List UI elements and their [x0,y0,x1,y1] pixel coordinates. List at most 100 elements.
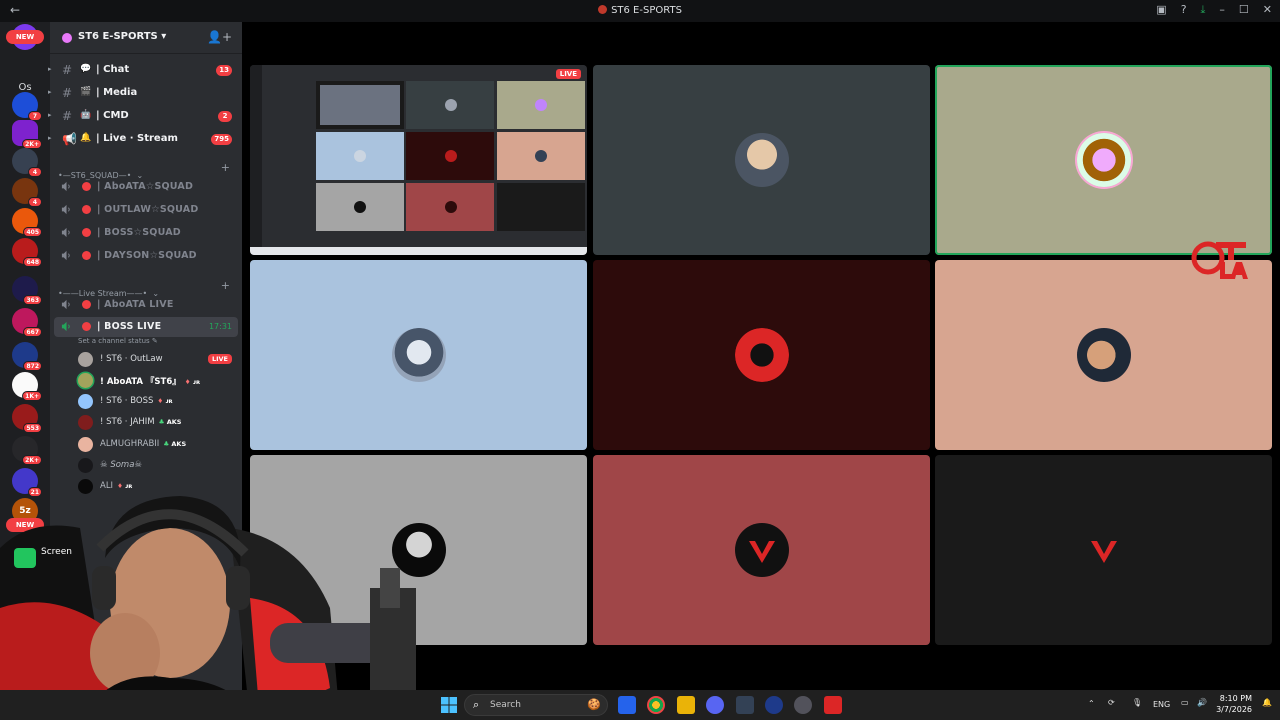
channel-live-stream[interactable]: ▸ 📢 🔔 | Live · Stream 795 [48,129,242,149]
volume-icon[interactable]: 🔊 [1197,698,1207,720]
new-badge: NEW [6,30,44,44]
taskbar-clock[interactable]: 8:10 PM 3/7/2026 [1216,693,1252,715]
app-icon[interactable] [824,696,842,714]
category-squad[interactable]: •—ST6_SQUAD—• ⌄ + [58,161,238,180]
unread-indicator: ▸ [48,65,52,73]
channel-status[interactable]: Set a channel status ✎ [78,337,158,345]
taskbar: ⌕ Search 🍪 ⌃ ⟳ 🎙 ENG ▭ 🔊 8:10 PM 3/7/202… [0,690,1280,720]
participant-tile[interactable] [593,260,930,450]
title-bar-actions: ▣ ? ⤓ – ☐ ✕ [1156,3,1272,17]
avatar [78,437,93,452]
bell-icon: 🔔 [80,133,92,143]
windows-start-icon[interactable] [440,696,458,714]
notification-icon[interactable]: 🔔 [1262,698,1272,720]
voice-channel-outlaw-squad[interactable]: | OUTLAW☆SQUAD [50,200,242,220]
chrome-icon[interactable] [647,696,665,714]
screen-share-tile[interactable]: LIVE [250,65,587,255]
voice-member[interactable]: ! ST6 · JAHIM ♣ AKS [78,413,242,433]
red-circle-icon [82,205,91,214]
server-icon[interactable]: 648 [12,238,42,267]
avatar [78,458,93,473]
server-icon[interactable]: 4 [12,148,42,177]
participant-tile[interactable] [593,65,930,255]
clapper-board-icon: 🎬 [80,87,92,97]
screen: ← ST6 E-SPORTS ▣ ? ⤓ – ☐ ✕ NEW Os 7 2K+ … [0,0,1280,720]
close-icon[interactable]: ✕ [1263,3,1272,17]
server-icon[interactable]: 2K+ [12,120,42,149]
language-indicator[interactable]: ENG [1153,700,1170,720]
server-icon[interactable]: 363 [12,276,42,305]
voice-member[interactable]: ! ST6 · OutLaw LIVE [78,350,242,370]
channel-media[interactable]: ▸ # 🎬 | Media [48,83,242,103]
avatar [734,328,789,382]
minimize-icon[interactable]: – [1219,3,1225,17]
participant-tile[interactable] [935,65,1272,255]
server-icon[interactable]: 4 [12,178,42,207]
microphone-icon[interactable]: 🎙 [1132,698,1142,720]
red-circle-icon [82,300,91,309]
voice-member[interactable]: ALMUGHRABII ♣ AKS [78,435,242,455]
add-channel-icon[interactable]: + [221,161,230,174]
inbox-icon[interactable]: ▣ [1156,3,1166,17]
speaker-icon [61,181,70,192]
mention-count: 795 [211,134,232,145]
add-channel-icon[interactable]: + [221,279,230,292]
red-circle-icon [82,228,91,237]
voice-channel-boss-squad[interactable]: | BOSS☆SQUAD [50,223,242,243]
voice-channel-aboata-squad[interactable]: | AboATA☆SQUAD [50,177,242,197]
mention-badge: 4 [28,167,42,177]
network-icon[interactable]: ▭ [1181,698,1189,720]
category-live-stream[interactable]: •——Live Stream——• ⌄ + [58,279,238,298]
role-tag: ♣ AKS [163,440,187,448]
announcement-icon: 📢 [62,132,77,146]
voice-member[interactable]: ! ST6 · BOSS ♦ ᴊʀ [78,392,242,412]
help-icon[interactable]: ? [1181,3,1187,17]
terminal-icon[interactable] [736,696,754,714]
obs-icon[interactable] [794,696,812,714]
server-icon[interactable]: 667 [12,308,42,337]
robot-icon: 🤖 [80,110,92,120]
voice-channel-dayson-squad[interactable]: | DAYSON☆SQUAD [50,246,242,266]
chevron-up-icon[interactable]: ⌃ [1088,699,1095,720]
server-header[interactable]: ST6 E-SPORTS ▾ 👤+ [50,22,242,54]
server-icon[interactable]: 2K+ [12,436,42,465]
unread-indicator: ▸ [48,88,52,96]
server-icon[interactable]: 553 [12,404,42,433]
hash-icon: # [62,109,73,123]
red-circle-icon [82,322,91,331]
unread-indicator: ▸ [48,134,52,142]
download-icon[interactable]: ⤓ [1201,3,1206,17]
voice-channel-boss-live[interactable]: | BOSS LIVE 17:31 [54,317,238,337]
channel-chat[interactable]: ▸ # 💬 | Chat 13 [48,60,242,80]
taskbar-search[interactable]: ⌕ Search 🍪 [464,694,608,716]
outlaw-logo [1191,241,1248,279]
speaker-active-icon [61,321,70,332]
server-icon[interactable]: 872 [12,342,42,371]
participant-tile[interactable] [935,455,1272,645]
avatar [734,523,789,577]
file-explorer-icon[interactable] [677,696,695,714]
voice-channel-aboata-live[interactable]: | AboATA LIVE [50,295,242,315]
voice-member[interactable]: ! AboATA 『ST6』 ♦ ᴊʀ [78,371,242,391]
screen-recorder-widget[interactable]: Screen [12,546,82,570]
server-icon[interactable]: 7 [12,92,42,121]
speaker-icon [61,250,70,261]
voice-member[interactable]: ☠ Soma☠ [78,456,242,476]
participant-tile[interactable] [250,260,587,450]
channel-cmd[interactable]: ▸ # 🤖 | CMD 2 [48,106,242,126]
server-icon [62,33,72,43]
discord-icon[interactable] [706,696,724,714]
avatar [1076,328,1131,382]
live-badge: LIVE [207,354,232,364]
mention-badge: 1K+ [22,391,42,401]
store-icon[interactable] [618,696,636,714]
participant-tile[interactable] [935,260,1272,450]
participant-tile[interactable] [593,455,930,645]
server-icon[interactable]: 1K+ [12,372,42,401]
invite-people-icon[interactable]: 👤+ [207,30,232,44]
steam-icon[interactable] [765,696,783,714]
mention-badge: 553 [23,423,42,433]
sync-icon[interactable]: ⟳ [1108,698,1115,720]
maximize-icon[interactable]: ☐ [1239,3,1249,17]
server-icon[interactable]: 405 [12,208,42,237]
